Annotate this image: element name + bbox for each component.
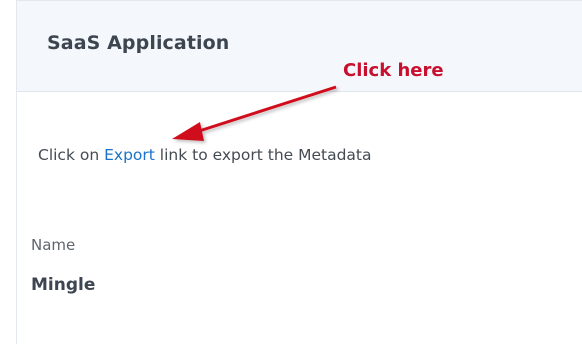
panel-header: SaaS Application [17, 1, 582, 92]
panel-title: SaaS Application [47, 32, 230, 54]
name-field-value: Mingle [31, 275, 96, 295]
export-link[interactable]: Export [104, 146, 155, 164]
export-instruction: Click on Export link to export the Metad… [38, 146, 372, 164]
name-field-label: Name [31, 236, 76, 254]
annotation-label: Click here [343, 60, 444, 81]
saas-application-panel: SaaS Application [16, 0, 582, 344]
instruction-prefix: Click on [38, 146, 105, 164]
instruction-suffix: link to export the Metadata [154, 146, 372, 164]
